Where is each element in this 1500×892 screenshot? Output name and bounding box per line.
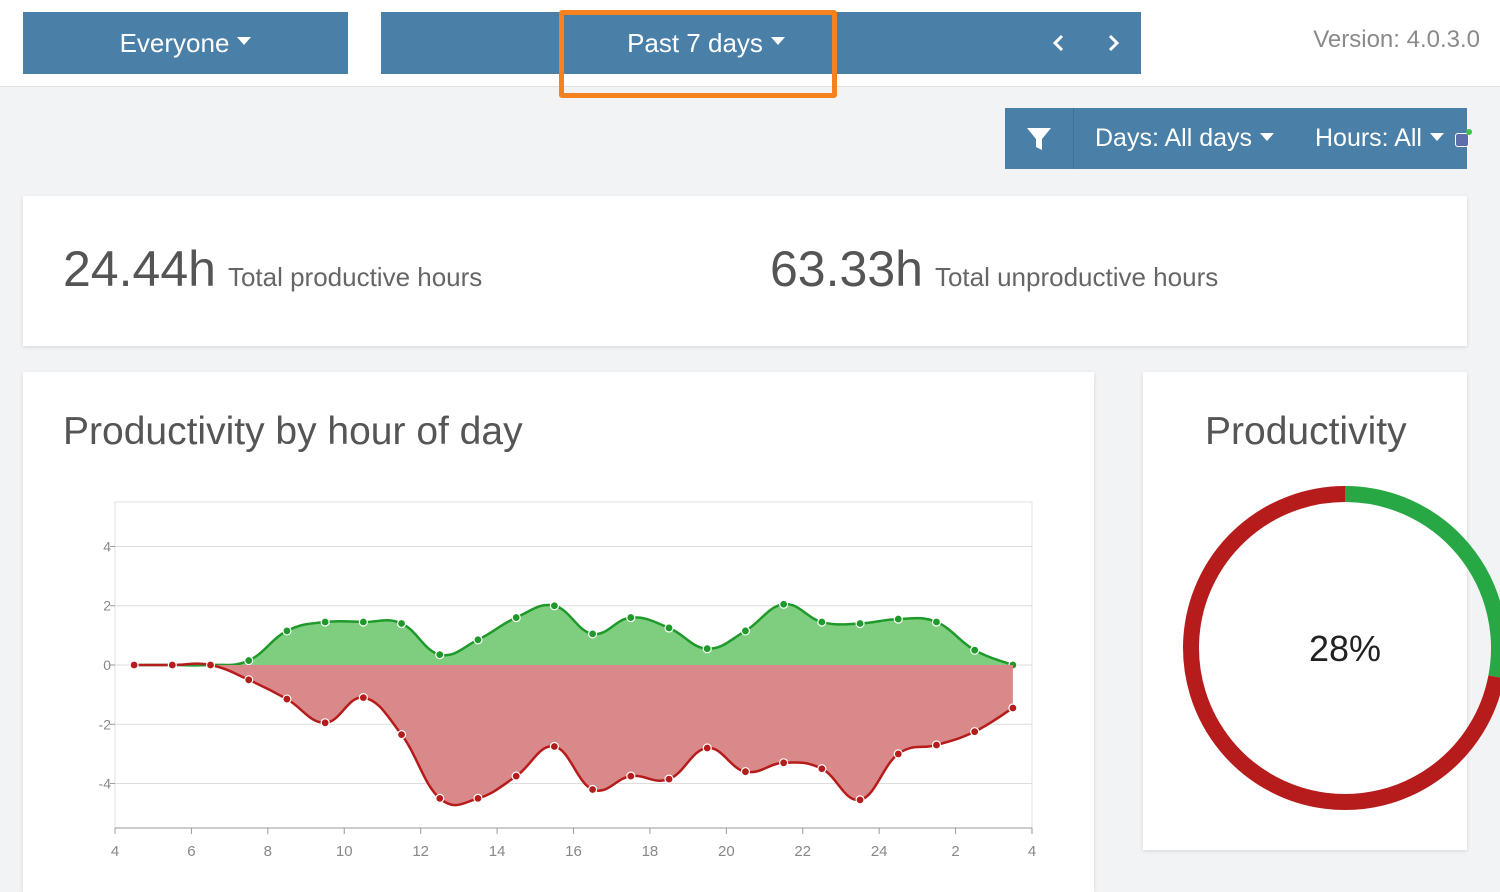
- unproductive-point: [435, 793, 445, 803]
- status-indicator: [1455, 129, 1472, 147]
- productive-point: [396, 618, 407, 629]
- y-tick-label: 4: [103, 538, 111, 554]
- productive-point: [282, 626, 292, 636]
- unproductive-point: [549, 741, 559, 752]
- productive-point: [664, 623, 674, 633]
- y-tick-label: -2: [99, 716, 112, 732]
- days-filter-dropdown[interactable]: Days: All days: [1095, 108, 1275, 169]
- x-tick-label: 16: [565, 843, 582, 860]
- unproductive-point: [588, 784, 598, 795]
- caret-down-icon: [1260, 132, 1275, 141]
- productive-point: [740, 626, 751, 636]
- caret-down-icon: [1429, 132, 1444, 141]
- x-tick-label: 6: [187, 843, 195, 860]
- x-tick-label: 2: [951, 843, 959, 860]
- productive-point: [970, 645, 980, 655]
- x-tick-label: 8: [264, 843, 272, 860]
- unproductive-point: [129, 660, 139, 670]
- version-text: Version: 4.0.3.0: [1313, 26, 1480, 53]
- x-tick-label: 4: [1028, 843, 1036, 860]
- unproductive-point: [817, 764, 827, 774]
- x-tick-label: 24: [871, 843, 888, 860]
- productive-point: [244, 655, 254, 666]
- productive-point: [588, 629, 598, 639]
- unproductive-point: [740, 767, 751, 777]
- productive-point: [702, 644, 712, 654]
- chevron-left-icon: [1052, 34, 1064, 52]
- unproductive-point: [282, 694, 292, 704]
- productivity-percent: 28%: [1309, 628, 1382, 669]
- productive-point: [320, 617, 330, 627]
- unproductive-point: [855, 795, 865, 805]
- y-tick-label: 0: [103, 657, 111, 673]
- productive-point: [855, 618, 865, 629]
- unproductive-point: [664, 774, 674, 784]
- productive-point: [779, 599, 789, 609]
- filter-bar: Days: All days Hours: All: [1005, 108, 1472, 169]
- productive-point: [473, 635, 483, 645]
- unproductive-point: [970, 727, 980, 737]
- productive-point: [549, 601, 559, 611]
- unproductive-point: [626, 771, 636, 781]
- productive-point: [626, 612, 636, 623]
- audience-label: Everyone: [119, 27, 230, 58]
- productive-hours-label: Total productive hours: [227, 262, 483, 292]
- x-tick-label: 22: [794, 843, 811, 860]
- unproductive-hours-label: Total unproductive hours: [934, 262, 1219, 292]
- unproductive-point: [1008, 703, 1018, 713]
- y-tick-label: -4: [99, 776, 112, 792]
- previous-period-button[interactable]: [1041, 12, 1077, 74]
- unproductive-point: [893, 749, 903, 759]
- productive-point: [931, 617, 942, 627]
- unproductive-point: [205, 660, 216, 670]
- unproductive-stat: 63.33h Total unproductive hours: [770, 240, 1218, 298]
- unproductive-point: [396, 730, 407, 740]
- hourly-chart-title: Productivity by hour of day: [63, 410, 523, 453]
- chevron-right-icon: [1108, 34, 1120, 52]
- highlight-box: [559, 10, 837, 98]
- unproductive-point: [511, 771, 521, 781]
- x-tick-label: 4: [111, 843, 119, 860]
- unproductive-point: [358, 693, 368, 703]
- x-tick-label: 20: [718, 843, 735, 860]
- unproductive-hours-value: 63.33h: [770, 241, 923, 297]
- productive-stat: 24.44h Total productive hours: [63, 240, 482, 298]
- unproductive-point: [473, 793, 483, 803]
- productive-point: [893, 614, 903, 624]
- productive-point: [817, 617, 827, 627]
- hourly-productivity-chart: -4-20244 6 8 10 12 14 16 18 20 22 24 2 4: [99, 501, 1036, 860]
- unproductive-point: [244, 675, 254, 685]
- x-tick-label: 18: [642, 843, 659, 860]
- audience-dropdown[interactable]: Everyone: [23, 12, 348, 74]
- productive-point: [435, 650, 445, 660]
- productive-point: [358, 617, 368, 627]
- productive-point: [511, 612, 521, 623]
- hours-filter-label: Hours: All: [1315, 124, 1422, 152]
- days-filter-label: Days: All days: [1095, 124, 1253, 152]
- y-tick-label: 2: [103, 598, 111, 614]
- unproductive-point: [320, 718, 330, 728]
- hours-filter-dropdown[interactable]: Hours: All: [1315, 108, 1444, 169]
- unproductive-point: [779, 758, 789, 768]
- productive-hours-value: 24.44h: [63, 241, 216, 297]
- productivity-title: Productivity: [1205, 410, 1407, 453]
- x-tick-label: 12: [412, 843, 429, 860]
- unproductive-point: [702, 743, 712, 753]
- x-tick-label: 14: [489, 843, 506, 860]
- unproductive-point: [167, 660, 177, 670]
- caret-down-icon: [237, 37, 252, 45]
- next-period-button[interactable]: [1095, 12, 1131, 74]
- filter-icon: [1027, 127, 1051, 150]
- x-tick-label: 10: [336, 843, 353, 860]
- filter-button[interactable]: [1005, 108, 1074, 169]
- unproductive-point: [931, 740, 942, 750]
